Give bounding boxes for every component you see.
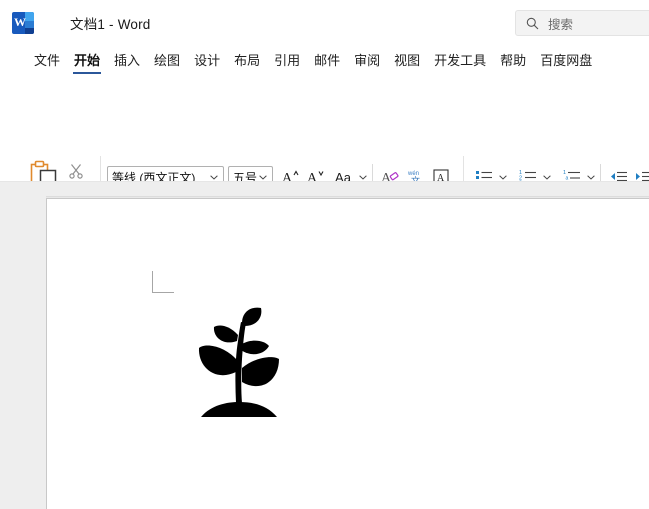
tab-mailings[interactable]: 邮件 — [307, 46, 347, 72]
tab-review[interactable]: 审阅 — [347, 46, 387, 72]
tab-file[interactable]: 文件 — [27, 46, 67, 72]
chevron-down-icon — [586, 174, 595, 180]
tab-layout[interactable]: 布局 — [227, 46, 267, 72]
search-icon — [526, 17, 539, 29]
cut-button[interactable] — [64, 160, 88, 182]
tab-help[interactable]: 帮助 — [493, 46, 533, 72]
search-box[interactable]: 搜索 — [515, 10, 649, 36]
document-workspace[interactable] — [0, 182, 649, 509]
document-title: 文档1 - Word — [70, 17, 151, 32]
tab-developer[interactable]: 开发工具 — [427, 46, 493, 72]
chevron-down-icon — [358, 174, 367, 180]
chevron-down-icon — [542, 174, 551, 180]
tab-design[interactable]: 设计 — [187, 46, 227, 72]
tab-view[interactable]: 视图 — [387, 46, 427, 72]
chevron-down-icon — [259, 174, 267, 180]
ribbon: 粘贴 剪贴板 — [0, 76, 649, 253]
tab-home[interactable]: 开始 — [67, 46, 107, 74]
tab-draw[interactable]: 绘图 — [147, 46, 187, 72]
tab-baidu-netdisk[interactable]: 百度网盘 — [533, 46, 599, 72]
document-page[interactable] — [46, 198, 649, 509]
top-left-margin-marker — [152, 271, 174, 293]
chevron-down-icon — [498, 174, 507, 180]
tab-insert[interactable]: 插入 — [107, 46, 147, 72]
plant-sprout-illustration[interactable] — [197, 305, 281, 423]
tab-references[interactable]: 引用 — [267, 46, 307, 72]
ribbon-tab-strip: 文件 开始 插入 绘图 设计 布局 引用 邮件 审阅 视图 开发工具 帮助 百度… — [0, 46, 649, 76]
scissors-icon — [69, 164, 83, 179]
chevron-down-icon — [210, 174, 218, 180]
word-logo-icon: W — [12, 12, 34, 34]
search-placeholder: 搜索 — [548, 17, 574, 32]
